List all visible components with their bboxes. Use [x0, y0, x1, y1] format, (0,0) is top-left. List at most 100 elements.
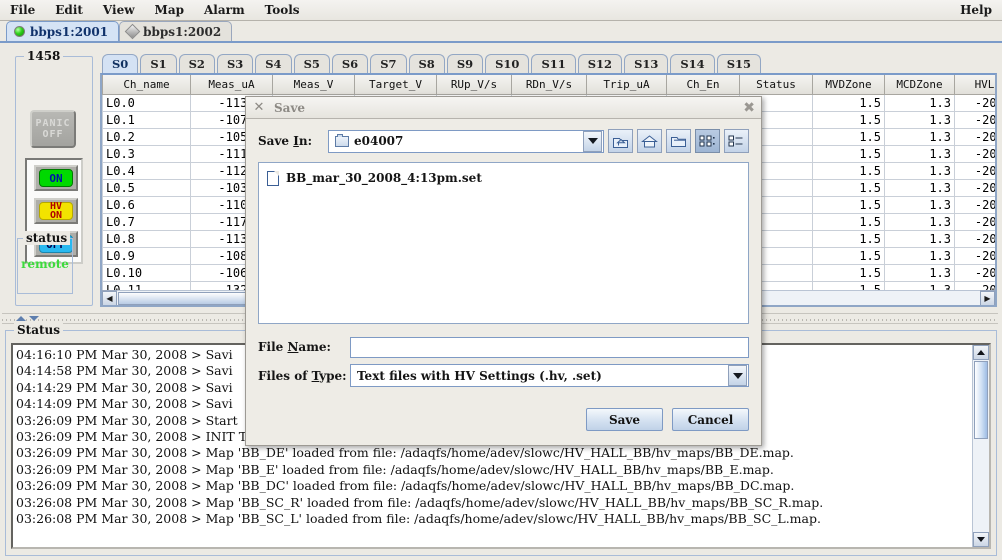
cell-hvl[interactable]: -2000	[954, 213, 995, 231]
cell-hvl[interactable]: -2000	[954, 94, 995, 112]
cell-mcd[interactable]: 1.3	[884, 111, 955, 129]
list-view-icon[interactable]	[724, 129, 749, 153]
cell-mcd[interactable]: 1.3	[884, 162, 955, 180]
sector-tab-s4[interactable]: S4	[255, 54, 292, 73]
cell-mcd[interactable]: 1.3	[884, 247, 955, 265]
column-header-ch-name[interactable]: Ch_name	[102, 75, 191, 95]
log-vertical-scrollbar[interactable]	[972, 345, 989, 547]
menu-view[interactable]: View	[94, 1, 144, 19]
save-in-combobox[interactable]: e04007	[328, 129, 604, 153]
cell-mcd[interactable]: 1.3	[884, 213, 955, 231]
cell-ch_name[interactable]: L0.2	[102, 128, 191, 146]
sector-tab-s1[interactable]: S1	[140, 54, 177, 73]
cell-ch_name[interactable]: L0.1	[102, 111, 191, 129]
column-header-hvl[interactable]: HVL	[954, 75, 995, 95]
sector-tab-s8[interactable]: S8	[408, 54, 445, 73]
cell-mcd[interactable]: 1.3	[884, 179, 955, 197]
column-header-mvdzone[interactable]: MVDZone	[812, 75, 885, 95]
save-dialog-titlebar[interactable]: ✕ Save ✖	[246, 97, 761, 119]
sector-tab-s10[interactable]: S10	[485, 54, 530, 73]
cell-ch_name[interactable]: L0.7	[102, 213, 191, 231]
up-one-level-icon[interactable]	[608, 129, 633, 153]
cell-hvl[interactable]: -2000	[954, 247, 995, 265]
splitter-collapse-up-icon[interactable]	[16, 316, 26, 321]
cell-mvd[interactable]: 1.5	[812, 162, 885, 180]
menu-help[interactable]: Help	[951, 1, 1001, 19]
scroll-right-icon[interactable]: ▶	[980, 290, 995, 305]
cell-hvl[interactable]: -2000	[954, 196, 995, 214]
cell-mcd[interactable]: 1.3	[884, 264, 955, 282]
cell-mcd[interactable]: 1.3	[884, 128, 955, 146]
device-tab-bbps1-2002[interactable]: bbps1:2002	[119, 21, 233, 41]
file-name-input[interactable]	[350, 336, 749, 358]
log-scroll-thumb[interactable]	[974, 361, 988, 439]
save-in-dropdown-button[interactable]	[583, 130, 602, 152]
cell-mvd[interactable]: 1.5	[812, 128, 885, 146]
cell-mcd[interactable]: 1.3	[884, 145, 955, 163]
cell-ch_name[interactable]: L0.8	[102, 230, 191, 248]
sector-tab-s14[interactable]: S14	[670, 54, 715, 73]
file-list[interactable]: BB_mar_30_2008_4:13pm.set	[258, 162, 749, 324]
cell-mvd[interactable]: 1.5	[812, 247, 885, 265]
cell-hvl[interactable]: -2000	[954, 128, 995, 146]
cell-mvd[interactable]: 1.5	[812, 111, 885, 129]
on-button[interactable]: ON	[34, 165, 78, 191]
sector-tab-s13[interactable]: S13	[624, 54, 669, 73]
file-list-item[interactable]: BB_mar_30_2008_4:13pm.set	[267, 169, 748, 187]
cell-mvd[interactable]: 1.5	[812, 213, 885, 231]
cell-hvl[interactable]: -2000	[954, 111, 995, 129]
cell-ch_name[interactable]: L0.9	[102, 247, 191, 265]
column-header-rup-v-s[interactable]: RUp_V/s	[436, 75, 512, 95]
save-button[interactable]: Save	[586, 408, 663, 431]
device-tab-bbps1-2001[interactable]: bbps1:2001	[6, 21, 120, 41]
cell-ch_name[interactable]: L0.0	[102, 94, 191, 112]
splitter-collapse-down-icon[interactable]	[29, 316, 39, 321]
cell-mcd[interactable]: 1.3	[884, 196, 955, 214]
cell-ch_name[interactable]: L0.6	[102, 196, 191, 214]
menu-tools[interactable]: Tools	[256, 1, 309, 19]
hv-on-button[interactable]: HV ON	[34, 198, 78, 224]
cell-ch_name[interactable]: L0.5	[102, 179, 191, 197]
menu-alarm[interactable]: Alarm	[195, 1, 254, 19]
cell-ch_name[interactable]: L0.10	[102, 264, 191, 282]
column-header-mcdzone[interactable]: MCDZone	[884, 75, 955, 95]
sector-tab-s7[interactable]: S7	[370, 54, 407, 73]
cell-mvd[interactable]: 1.5	[812, 145, 885, 163]
scroll-left-icon[interactable]: ◀	[102, 290, 117, 305]
column-header-status[interactable]: Status	[739, 75, 813, 95]
cell-hvl[interactable]: -2000	[954, 179, 995, 197]
menu-edit[interactable]: Edit	[46, 1, 92, 19]
column-header-trip-ua[interactable]: Trip_uA	[586, 75, 667, 95]
cell-mvd[interactable]: 1.5	[812, 179, 885, 197]
log-scroll-up-icon[interactable]	[973, 345, 989, 360]
column-header-rdn-v-s[interactable]: RDn_V/s	[511, 75, 587, 95]
column-header-meas-ua[interactable]: Meas_uA	[190, 75, 273, 95]
log-scroll-down-icon[interactable]	[973, 532, 989, 547]
sector-tab-s11[interactable]: S11	[531, 54, 576, 73]
column-header-ch-en[interactable]: Ch_En	[666, 75, 740, 95]
cancel-button[interactable]: Cancel	[672, 408, 749, 431]
cell-hvl[interactable]: -2000	[954, 264, 995, 282]
panic-off-button[interactable]: PANIC OFF	[30, 110, 76, 148]
column-header-meas-v[interactable]: Meas_V	[272, 75, 355, 95]
sector-tab-s12[interactable]: S12	[577, 54, 623, 73]
sector-tab-s5[interactable]: S5	[293, 54, 330, 73]
sector-tab-s3[interactable]: S3	[216, 54, 254, 73]
sector-tab-s2[interactable]: S2	[178, 54, 215, 73]
cell-hvl[interactable]: -2000	[954, 230, 995, 248]
cell-mvd[interactable]: 1.5	[812, 230, 885, 248]
cell-mcd[interactable]: 1.3	[884, 230, 955, 248]
cell-ch_name[interactable]: L0.4	[102, 162, 191, 180]
home-icon[interactable]	[637, 129, 662, 153]
cell-mcd[interactable]: 1.3	[884, 94, 955, 112]
menu-file[interactable]: File	[1, 1, 44, 19]
menu-map[interactable]: Map	[146, 1, 193, 19]
tile-view-icon[interactable]	[695, 129, 720, 153]
close-icon[interactable]: ✖	[743, 100, 755, 116]
cell-hvl[interactable]: -2000	[954, 145, 995, 163]
column-header-target-v[interactable]: Target_V	[354, 75, 437, 95]
chevron-down-icon[interactable]: ✕	[252, 100, 266, 115]
cell-ch_name[interactable]: L0.3	[102, 145, 191, 163]
files-of-type-combobox[interactable]: Text files with HV Settings (.hv, .set)	[350, 364, 749, 387]
cell-hvl[interactable]: -2000	[954, 162, 995, 180]
